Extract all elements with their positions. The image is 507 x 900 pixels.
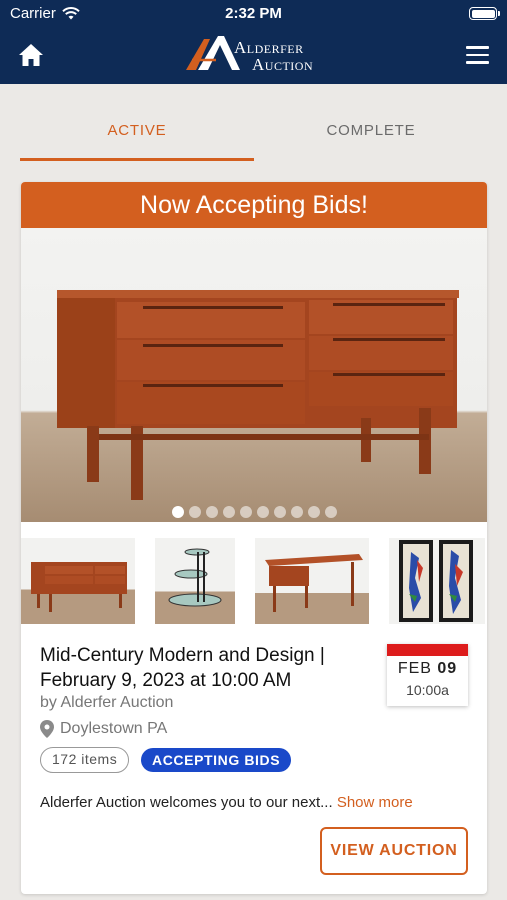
- date-time: 10:00a: [406, 682, 449, 698]
- battery-icon: [469, 7, 500, 20]
- card-banner: Now Accepting Bids!: [21, 182, 487, 228]
- view-auction-button[interactable]: VIEW AUCTION: [320, 827, 468, 875]
- auction-description: Alderfer Auction welcomes you to our nex…: [40, 794, 470, 811]
- thumbnail-strip: [21, 534, 487, 626]
- logo-line-2: Auction: [252, 55, 314, 74]
- carousel-dot[interactable]: [256, 506, 269, 518]
- carousel-dot[interactable]: [273, 506, 286, 518]
- status-time: 2:32 PM: [225, 5, 282, 22]
- date-badge: FEB 09 10:00a: [387, 644, 468, 706]
- carousel-dot[interactable]: [205, 506, 218, 518]
- carousel-dot[interactable]: [307, 506, 320, 518]
- logo-line-1: Alderfer: [234, 38, 304, 57]
- thumbnail-dresser[interactable]: [21, 538, 135, 624]
- auction-card[interactable]: Now Accepting Bids! Mid-Century Modern a…: [21, 182, 487, 894]
- status-bar: Carrier 2:32 PM: [0, 0, 507, 28]
- description-text: Alderfer Auction welcomes you to our nex…: [40, 794, 333, 811]
- alderfer-logo: Alderfer Auction: [186, 33, 326, 77]
- carousel-dot[interactable]: [239, 506, 252, 518]
- carousel-dots: [21, 506, 487, 518]
- home-icon[interactable]: [18, 43, 44, 67]
- dresser-photo: [57, 290, 459, 500]
- auction-tabs: ACTIVE COMPLETE: [0, 84, 507, 164]
- tab-active[interactable]: ACTIVE: [20, 122, 254, 139]
- carousel-dot[interactable]: [324, 506, 337, 518]
- menu-icon[interactable]: [466, 46, 489, 64]
- auction-organizer: by Alderfer Auction: [40, 694, 174, 711]
- tab-complete[interactable]: COMPLETE: [254, 122, 488, 139]
- carousel-dot[interactable]: [171, 506, 184, 518]
- carousel-dot[interactable]: [188, 506, 201, 518]
- auction-title[interactable]: Mid-Century Modern and Design | February…: [40, 643, 370, 693]
- app-header: Alderfer Auction: [0, 28, 507, 84]
- location-pin-icon: [40, 720, 54, 738]
- auction-location: Doylestown PA: [40, 720, 167, 738]
- lot-image-carousel[interactable]: [21, 228, 487, 522]
- tab-active-indicator: [20, 158, 254, 161]
- date-month: FEB: [397, 660, 432, 677]
- thumbnail-glass-table[interactable]: [155, 538, 235, 624]
- date-label: FEB 09: [387, 660, 468, 678]
- carousel-dot[interactable]: [290, 506, 303, 518]
- thumbnail-artwork[interactable]: [389, 538, 485, 624]
- show-more-link[interactable]: Show more: [337, 794, 413, 811]
- date-day: 09: [437, 660, 458, 677]
- thumbnail-desk[interactable]: [255, 538, 369, 624]
- location-text: Doylestown PA: [60, 720, 168, 737]
- carousel-dot[interactable]: [222, 506, 235, 518]
- status-badge: ACCEPTING BIDS: [141, 748, 292, 772]
- items-count-badge: 172 items: [40, 747, 130, 773]
